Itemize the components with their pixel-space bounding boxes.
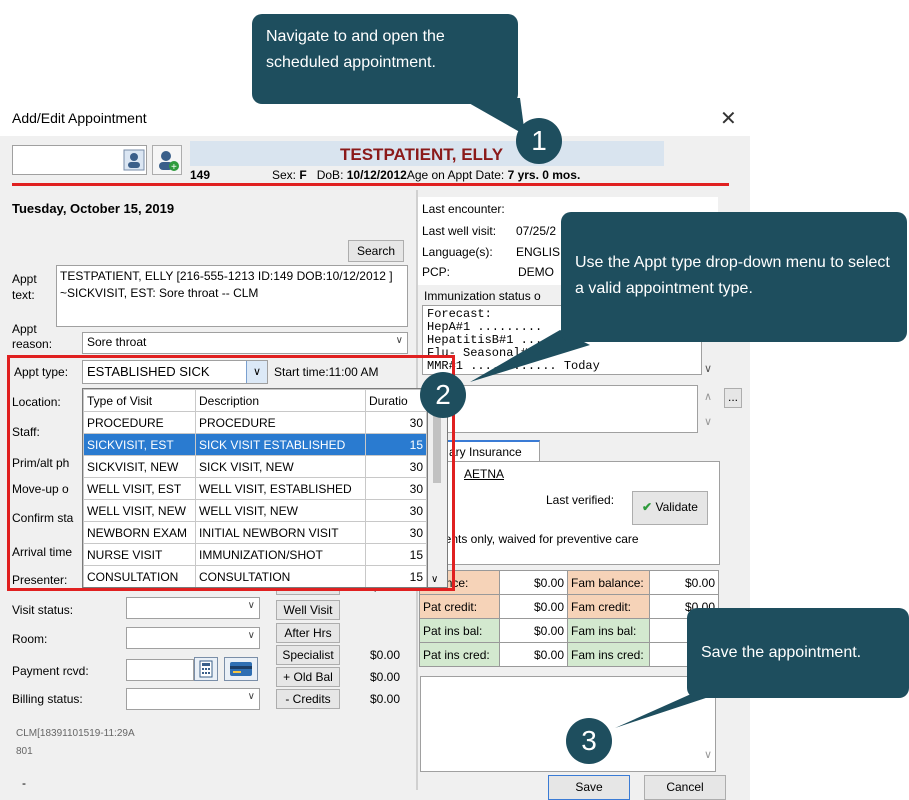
callout-step-3: Save the appointment. — [687, 608, 909, 698]
step-badge-2: 2 — [420, 372, 466, 418]
callout-step-2: Use the Appt type drop-down menu to sele… — [561, 212, 907, 342]
step-badge-1: 1 — [516, 118, 562, 164]
step-badge-3: 3 — [566, 718, 612, 764]
callout-step-1: Navigate to and open the scheduled appoi… — [252, 14, 518, 104]
